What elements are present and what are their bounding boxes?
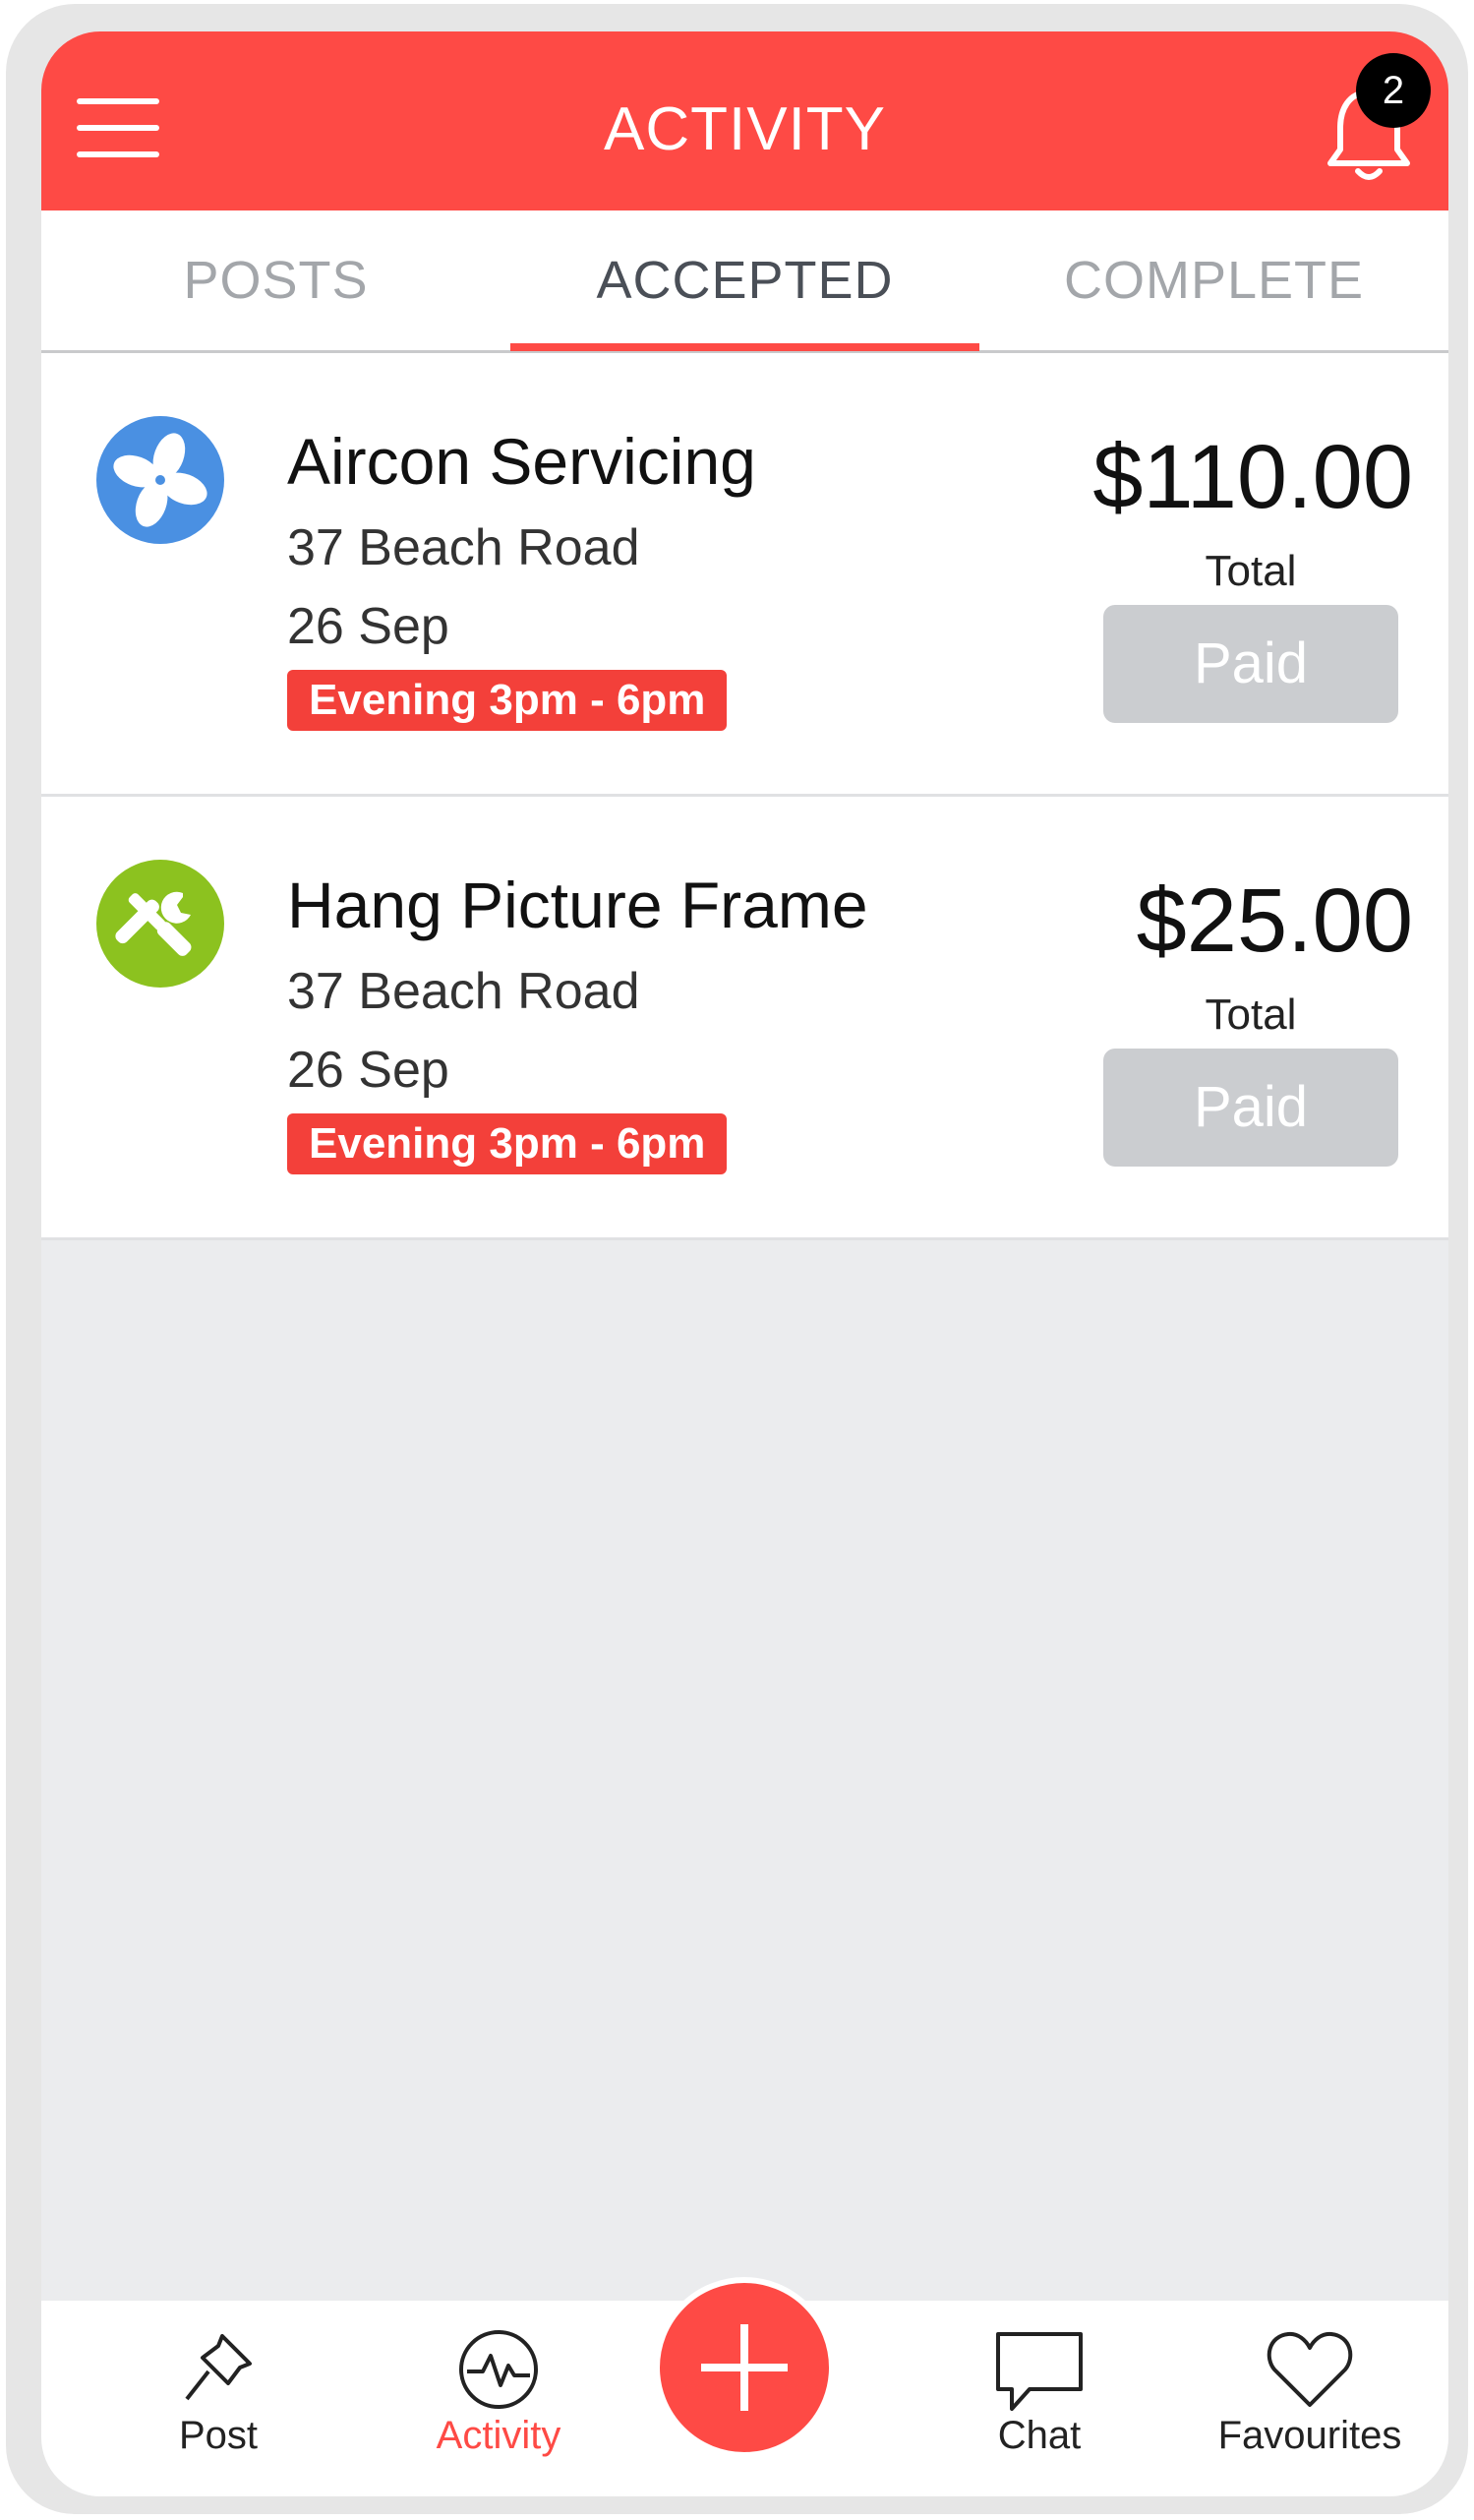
paid-button[interactable]: Paid (1103, 605, 1398, 723)
tab-posts[interactable]: POSTS (41, 210, 510, 350)
nav-label-favourites: Favourites (1217, 2414, 1402, 2457)
job-card[interactable]: Hang Picture Frame 37 Beach Road 26 Sep … (41, 797, 1448, 1240)
add-post-button[interactable] (654, 2277, 835, 2458)
job-amount: $25.00 (1136, 870, 1413, 971)
active-tab-indicator (510, 343, 979, 351)
job-title: Hang Picture Frame (287, 869, 868, 941)
nav-item-chat[interactable]: Chat (931, 2301, 1148, 2496)
app-header: ACTIVITY 2 (41, 31, 1448, 210)
tools-icon (96, 860, 224, 988)
job-card[interactable]: Aircon Servicing 37 Beach Road 26 Sep Ev… (41, 353, 1448, 797)
fan-icon (96, 416, 224, 544)
pin-icon (185, 2334, 252, 2401)
paid-button[interactable]: Paid (1103, 1049, 1398, 1167)
nav-item-post[interactable]: Post (110, 2301, 326, 2496)
device-frame: ACTIVITY 2 POSTS ACCEPTED COMPLETE Airco… (6, 4, 1468, 2514)
nav-item-activity[interactable]: Activity (390, 2301, 607, 2496)
nav-item-favourites[interactable]: Favourites (1202, 2301, 1418, 2496)
job-address: 37 Beach Road (287, 519, 640, 576)
app-screen: ACTIVITY 2 POSTS ACCEPTED COMPLETE Airco… (41, 31, 1448, 2496)
tab-bar: POSTS ACCEPTED COMPLETE (41, 210, 1448, 353)
job-address: 37 Beach Road (287, 963, 640, 1020)
time-slot-badge: Evening 3pm - 6pm (287, 1113, 728, 1174)
heart-icon (1267, 2331, 1353, 2407)
plus-icon (701, 2324, 788, 2411)
chat-icon (996, 2332, 1083, 2411)
job-date: 26 Sep (287, 1042, 449, 1099)
job-title: Aircon Servicing (287, 425, 756, 498)
tab-accepted[interactable]: ACCEPTED (510, 210, 979, 350)
tab-complete[interactable]: COMPLETE (979, 210, 1448, 350)
total-label: Total (1205, 990, 1297, 1039)
job-amount: $110.00 (1092, 427, 1413, 527)
time-slot-badge: Evening 3pm - 6pm (287, 670, 728, 731)
activity-icon (459, 2330, 538, 2409)
notification-count-badge: 2 (1356, 53, 1431, 128)
nav-label-activity: Activity (436, 2414, 561, 2457)
total-label: Total (1205, 547, 1297, 595)
page-title: ACTIVITY (603, 95, 887, 163)
nav-label-chat: Chat (997, 2414, 1082, 2457)
nav-label-post: Post (178, 2414, 259, 2457)
job-date: 26 Sep (287, 598, 449, 655)
